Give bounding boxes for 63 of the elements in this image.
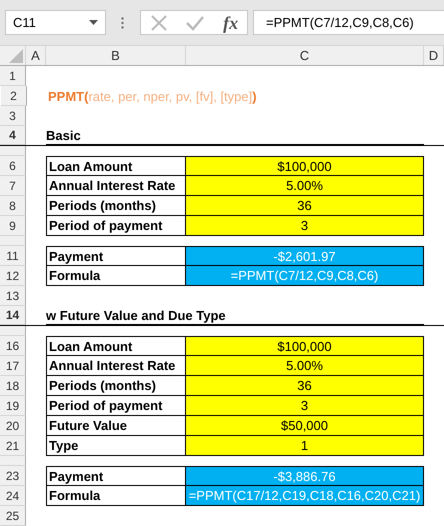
value-cell: 36: [186, 376, 424, 396]
vertical-dots-icon: [121, 16, 124, 28]
column-header[interactable]: A: [26, 46, 46, 65]
row-number[interactable]: 20: [0, 416, 26, 436]
row-number[interactable]: 4: [0, 126, 26, 145]
row-number[interactable]: 16: [0, 336, 26, 356]
name-box[interactable]: C11: [5, 10, 106, 35]
row-number[interactable]: 25: [0, 506, 26, 526]
function-syntax-title: PPMT(rate, per, nper, pv, [fv], [type]): [47, 88, 258, 106]
cancel-icon[interactable]: [150, 14, 168, 32]
row-header[interactable]: [0, 326, 26, 336]
value-cell: 36: [186, 196, 424, 216]
row-number[interactable]: 6: [0, 156, 26, 176]
cell-reference: C11: [13, 15, 36, 30]
row-number[interactable]: 11: [0, 246, 26, 266]
value-cell: 1: [186, 436, 424, 456]
value-cell: 5.00%: [186, 356, 424, 376]
section-heading: w Future Value and Due Type: [46, 308, 226, 322]
value-cell: $100,000: [186, 336, 424, 356]
row-number[interactable]: 13: [0, 286, 26, 306]
row-number[interactable]: 21: [0, 436, 26, 456]
label-cell: Period of payment: [46, 216, 186, 236]
value-cell: =PPMT(C7/12,C9,C8,C6): [186, 266, 424, 286]
row-header[interactable]: [0, 456, 26, 466]
column-header[interactable]: C: [186, 46, 424, 65]
section-heading: Basic: [46, 128, 81, 142]
value-cell: =PPMT(C17/12,C19,C18,C16,C20,C21): [186, 486, 424, 506]
row-number[interactable]: 18: [0, 376, 26, 396]
row-number[interactable]: 2: [1, 86, 27, 106]
dropdown-caret-icon[interactable]: [89, 20, 98, 25]
row-number[interactable]: 12: [0, 266, 26, 286]
label-cell: Payment: [46, 466, 186, 486]
value-cell: $50,000: [186, 416, 424, 436]
value-cell: $100,000: [186, 156, 424, 176]
value-cell: 5.00%: [186, 176, 424, 196]
value-cell: -$3,886.76: [186, 466, 424, 486]
value-cell: -$2,601.97: [186, 246, 424, 266]
select-all-corner-icon[interactable]: [9, 49, 23, 63]
label-cell: Payment: [46, 246, 186, 266]
row-number[interactable]: 3: [0, 106, 26, 126]
row-number[interactable]: 19: [0, 396, 26, 416]
column-header[interactable]: B: [46, 46, 186, 65]
row-number[interactable]: 7: [0, 176, 26, 196]
row-header[interactable]: [0, 236, 26, 246]
label-cell: Formula: [46, 486, 186, 506]
row-number[interactable]: 8: [0, 196, 26, 216]
value-cell: 3: [186, 216, 424, 236]
value-cell: 3: [186, 396, 424, 416]
row-number[interactable]: 17: [0, 356, 26, 376]
row-number[interactable]: 14: [0, 306, 26, 325]
label-cell: Loan Amount: [46, 156, 186, 176]
column-header[interactable]: D: [424, 46, 444, 65]
row-number[interactable]: 24: [0, 486, 26, 506]
row-number[interactable]: 9: [0, 216, 26, 236]
row-number[interactable]: 23: [0, 466, 26, 486]
insert-function-button[interactable]: fx: [223, 14, 238, 32]
label-cell: Formula: [46, 266, 186, 286]
label-cell: Type: [46, 436, 186, 456]
check-icon[interactable]: [185, 14, 206, 30]
row-number[interactable]: 1: [0, 66, 26, 86]
label-cell: Loan Amount: [46, 336, 186, 356]
row-header[interactable]: [0, 146, 26, 156]
formula-field[interactable]: =PPMT(C7/12,C9,C8,C6): [253, 10, 444, 35]
